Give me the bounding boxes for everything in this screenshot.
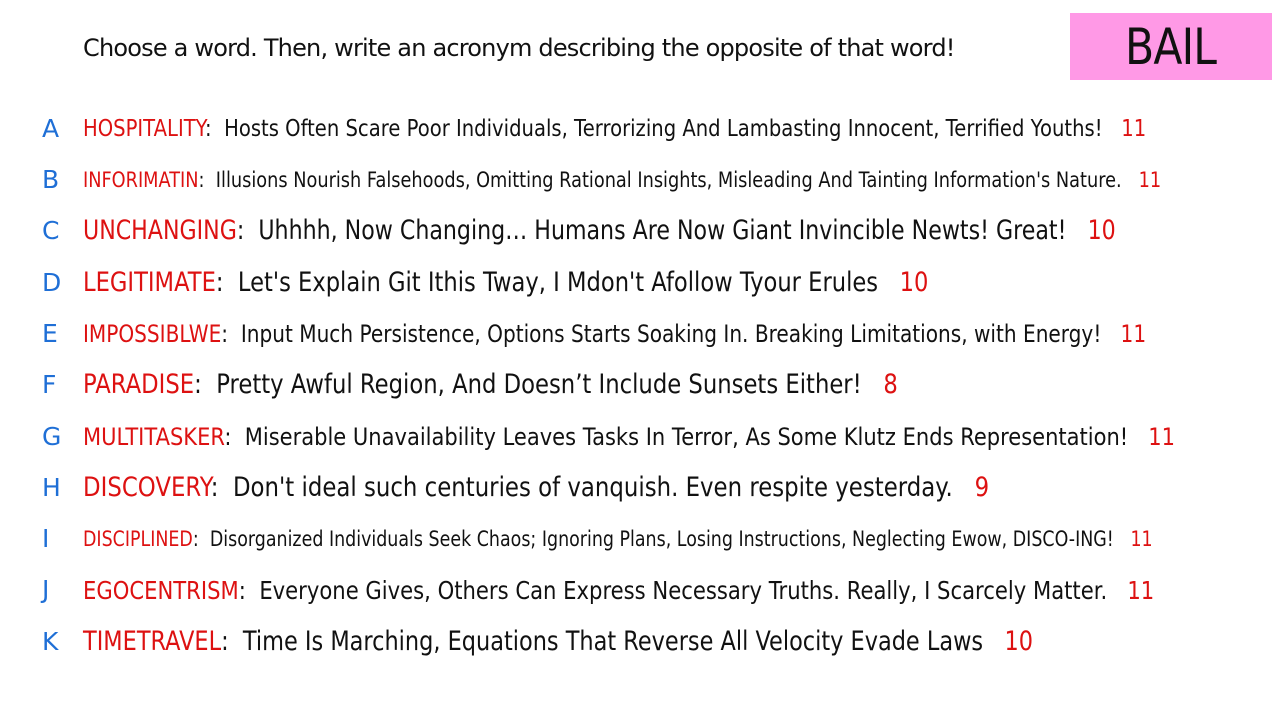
entry-colon: : [198, 167, 216, 192]
entry-letter: G [42, 422, 62, 451]
entry-word: MULTITASKER [83, 423, 225, 452]
entry-line: DISCOVERY: Don't ideal such centuries of… [83, 472, 989, 503]
entry-letter: I [42, 524, 50, 553]
entry-acronym: Time Is Marching, Equations That Reverse… [242, 626, 984, 658]
entry-colon: : [224, 423, 245, 452]
entry-count: 10 [1004, 626, 1034, 658]
entry-letter: K [42, 627, 59, 656]
entry-word: EGOCENTRISM [83, 575, 239, 605]
entry-word: HOSPITALITY [83, 115, 206, 142]
entry-count: 8 [883, 369, 898, 401]
entry-colon: : [221, 320, 241, 349]
entry-row: D LEGITIMATE: Let's Explain Git Ithis Twa… [0, 264, 1280, 304]
entry-word: LEGITIMATE [83, 267, 216, 299]
entry-colon: : [236, 215, 259, 247]
entry-row: F PARADISE: Pretty Awful Region, And Does… [0, 366, 1280, 406]
entry-colon: : [192, 526, 210, 551]
entry-row: C UNCHANGING: Uhhhh, Now Changing… Humans… [0, 212, 1280, 252]
entry-acronym: Miserable Unavailability Leaves Tasks In… [244, 423, 1129, 452]
entry-row: I DISCIPLINED: Disorganized Individuals S… [0, 520, 1280, 560]
entry-count: 10 [1087, 215, 1116, 247]
entry-line: EGOCENTRISM: Everyone Gives, Others Can … [83, 576, 1154, 605]
entry-acronym: Illusions Nourish Falsehoods, Omitting R… [215, 167, 1122, 192]
bail-badge: BAIL [1070, 13, 1272, 80]
entry-acronym: Let's Explain Git Ithis Tway, I Mdon't A… [237, 267, 879, 299]
entry-letter: E [42, 319, 58, 348]
entry-acronym: Hosts Often Scare Poor Individuals, Terr… [224, 115, 1103, 142]
entry-line: HOSPITALITY: Hosts Often Scare Poor Indi… [83, 116, 1146, 142]
entry-acronym: Uhhhh, Now Changing… Humans Are Now Gian… [258, 215, 1067, 247]
entry-row: B INFORIMATIN: Illusions Nourish Falsehoo… [0, 161, 1280, 201]
entry-line: INFORIMATIN: Illusions Nourish Falsehood… [83, 168, 1161, 192]
entry-acronym: Input Much Persistence, Options Starts S… [240, 320, 1102, 349]
entry-count: 11 [1148, 423, 1176, 452]
entry-word: INFORIMATIN [83, 167, 199, 192]
entry-acronym: Everyone Gives, Others Can Express Neces… [259, 575, 1108, 605]
entry-count: 11 [1121, 115, 1147, 142]
entry-row: H DISCOVERY: Don't ideal such centuries o… [0, 469, 1280, 509]
entry-line: IMPOSSIBLWE: Input Much Persistence, Opt… [83, 320, 1146, 348]
entry-count: 11 [1138, 167, 1162, 192]
entry-count: 11 [1130, 526, 1153, 551]
entry-letter: J [42, 575, 50, 604]
entry-word: DISCIPLINED [83, 526, 193, 551]
bail-badge-label: BAIL [1125, 17, 1217, 76]
entry-acronym: Don't ideal such centuries of vanquish. … [232, 472, 953, 504]
entry-letter: F [42, 370, 57, 399]
entry-line: TIMETRAVEL: Time Is Marching, Equations … [83, 626, 1033, 657]
entry-letter: A [42, 114, 60, 143]
entry-row: J EGOCENTRISM: Everyone Gives, Others Can… [0, 571, 1280, 611]
entry-line: DISCIPLINED: Disorganized Individuals Se… [83, 527, 1153, 551]
entry-word: PARADISE [83, 369, 195, 401]
entry-colon: : [238, 575, 260, 605]
entry-colon: : [194, 369, 217, 401]
entry-acronym: Disorganized Individuals Seek Chaos; Ign… [209, 526, 1114, 551]
entry-line: LEGITIMATE: Let's Explain Git Ithis Tway… [83, 267, 928, 298]
entry-letter: D [42, 268, 62, 297]
entry-word: DISCOVERY [83, 472, 211, 504]
entry-letter: B [42, 165, 60, 194]
entry-colon: : [210, 472, 233, 504]
entry-row: G MULTITASKER: Miserable Unavailability L… [0, 418, 1280, 458]
entry-line: UNCHANGING: Uhhhh, Now Changing… Humans … [83, 215, 1116, 246]
instruction-text: Choose a word. Then, write an acronym de… [83, 34, 955, 62]
entry-letter: C [42, 216, 60, 245]
entry-word: UNCHANGING [83, 215, 237, 247]
entry-letter: H [42, 473, 61, 502]
entry-count: 9 [974, 472, 990, 504]
entry-acronym: Pretty Awful Region, And Doesn’t Include… [216, 369, 862, 401]
entry-count: 11 [1120, 320, 1147, 349]
entry-word: IMPOSSIBLWE [83, 320, 222, 349]
entry-line: PARADISE: Pretty Awful Region, And Doesn… [83, 369, 898, 400]
entry-colon: : [205, 115, 225, 142]
entry-colon: : [215, 267, 238, 299]
entry-count: 11 [1127, 575, 1155, 605]
entry-line: MULTITASKER: Miserable Unavailability Le… [83, 423, 1175, 451]
entry-count: 10 [899, 267, 929, 299]
entry-row: E IMPOSSIBLWE: Input Much Persistence, Op… [0, 315, 1280, 355]
entry-row: K TIMETRAVEL: Time Is Marching, Equations… [0, 623, 1280, 663]
entry-row: A HOSPITALITY: Hosts Often Scare Poor Ind… [0, 110, 1280, 150]
entry-colon: : [221, 626, 243, 658]
entry-word: TIMETRAVEL [83, 626, 222, 658]
